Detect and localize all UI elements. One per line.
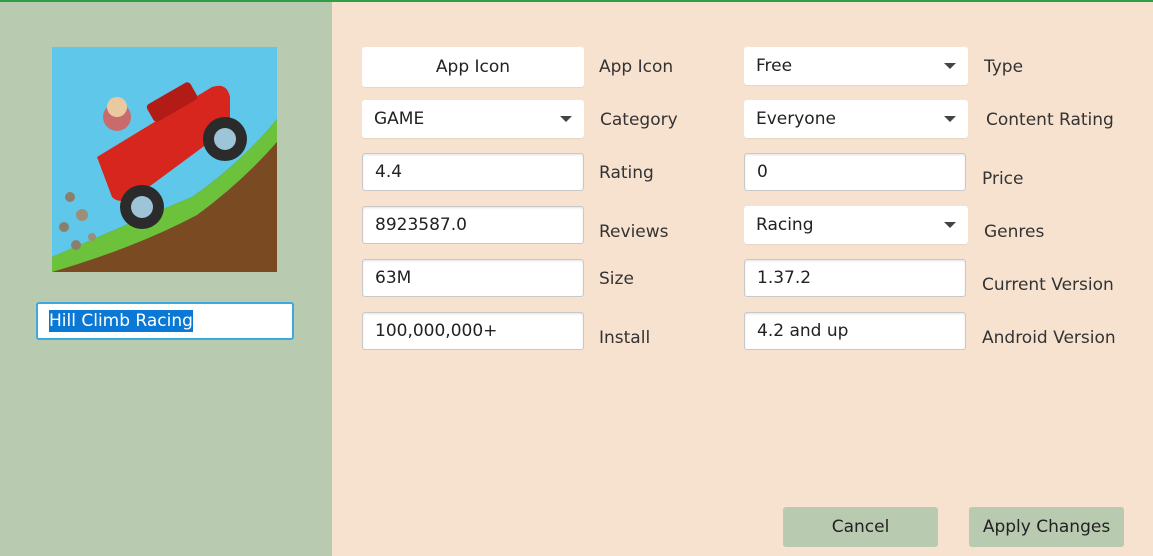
category-value: GAME bbox=[374, 109, 425, 129]
chevron-down-icon bbox=[944, 222, 956, 228]
android-version-label: Android Version bbox=[982, 328, 1116, 348]
category-label: Category bbox=[600, 110, 678, 130]
install-field[interactable]: 100,000,000+ bbox=[362, 312, 584, 350]
type-label: Type bbox=[984, 57, 1024, 77]
genres-value: Racing bbox=[756, 215, 814, 235]
type-select[interactable]: Free bbox=[744, 47, 968, 85]
genres-select[interactable]: Racing bbox=[744, 206, 968, 244]
current-version-label: Current Version bbox=[982, 275, 1114, 295]
size-field[interactable]: 63M bbox=[362, 259, 584, 297]
content-rating-label: Content Rating bbox=[986, 110, 1114, 130]
reviews-field[interactable]: 8923587.0 bbox=[362, 206, 584, 244]
app-name-field[interactable]: Hill Climb Racing bbox=[36, 302, 294, 340]
chevron-down-icon bbox=[944, 63, 956, 69]
category-select[interactable]: GAME bbox=[362, 100, 584, 138]
app-name-selected-text: Hill Climb Racing bbox=[49, 310, 193, 332]
type-value: Free bbox=[756, 56, 793, 76]
android-version-field[interactable]: 4.2 and up bbox=[744, 312, 966, 350]
current-version-field[interactable]: 1.37.2 bbox=[744, 259, 966, 297]
rating-label: Rating bbox=[599, 163, 654, 183]
reviews-label: Reviews bbox=[599, 222, 669, 242]
genres-label: Genres bbox=[984, 222, 1045, 242]
rating-field[interactable]: 4.4 bbox=[362, 153, 584, 191]
content-rating-value: Everyone bbox=[756, 109, 836, 129]
app-icon-button[interactable]: App Icon bbox=[362, 47, 584, 87]
install-label: Install bbox=[599, 328, 651, 348]
chevron-down-icon bbox=[560, 116, 572, 122]
cancel-button[interactable]: Cancel bbox=[783, 507, 938, 547]
price-field[interactable]: 0 bbox=[744, 153, 966, 191]
content-rating-select[interactable]: Everyone bbox=[744, 100, 968, 138]
chevron-down-icon bbox=[944, 116, 956, 122]
app-icon-label: App Icon bbox=[599, 57, 674, 77]
price-label: Price bbox=[982, 169, 1024, 189]
app-icon-image bbox=[52, 47, 277, 272]
apply-changes-button[interactable]: Apply Changes bbox=[969, 507, 1124, 547]
size-label: Size bbox=[599, 269, 634, 289]
